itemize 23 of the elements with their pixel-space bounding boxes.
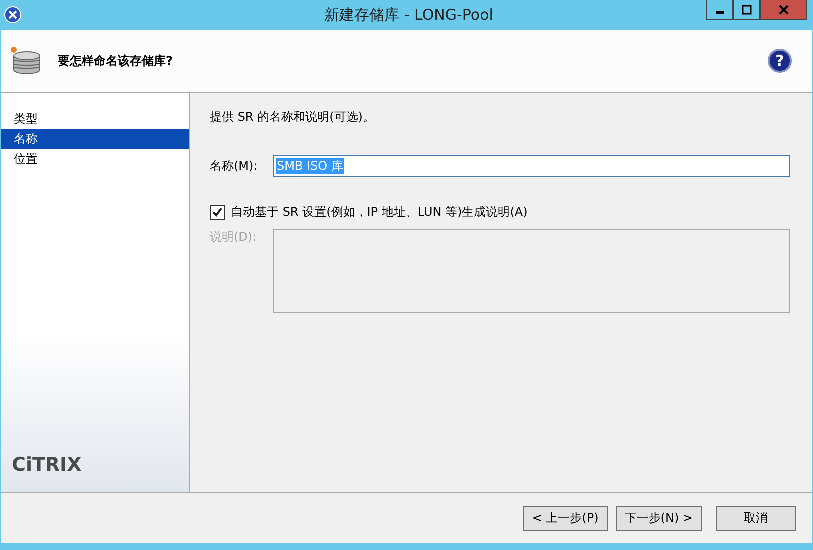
window-title: 新建存储库 - LONG-Pool [324,6,494,24]
brand-logo: CiTRIX [12,454,83,476]
minimize-icon [716,11,724,14]
checkbox-label: 自动基于 SR 设置(例如，IP 地址、LUN 等)生成说明(A) [231,204,528,221]
field-label: 说明(D): [210,229,258,246]
close-button[interactable] [760,0,807,20]
instruction-text: 提供 SR 的名称和说明(可选)。 [210,109,376,126]
maximize-icon [742,4,752,14]
wizard-button[interactable]: 取消 [716,506,796,530]
disk-stack-icon [10,46,42,76]
wizard-button[interactable]: < 上一步(P) [523,506,608,530]
app-icon [4,6,22,24]
page-heading: 要怎样命名该存储库? [58,52,173,70]
wizard-button[interactable]: 下一步(N) > [616,506,702,530]
close-icon [778,4,790,14]
field-label: 名称(M): [210,158,259,174]
maximize-button[interactable] [733,0,760,20]
minimize-button[interactable] [706,0,733,20]
sidebar-item[interactable]: 名称 [1,129,189,149]
sidebar-item[interactable]: 位置 [1,149,189,169]
sidebar-item[interactable]: 类型 [1,109,189,129]
checkbox[interactable] [210,205,225,220]
help-button[interactable]: ? [768,49,792,73]
